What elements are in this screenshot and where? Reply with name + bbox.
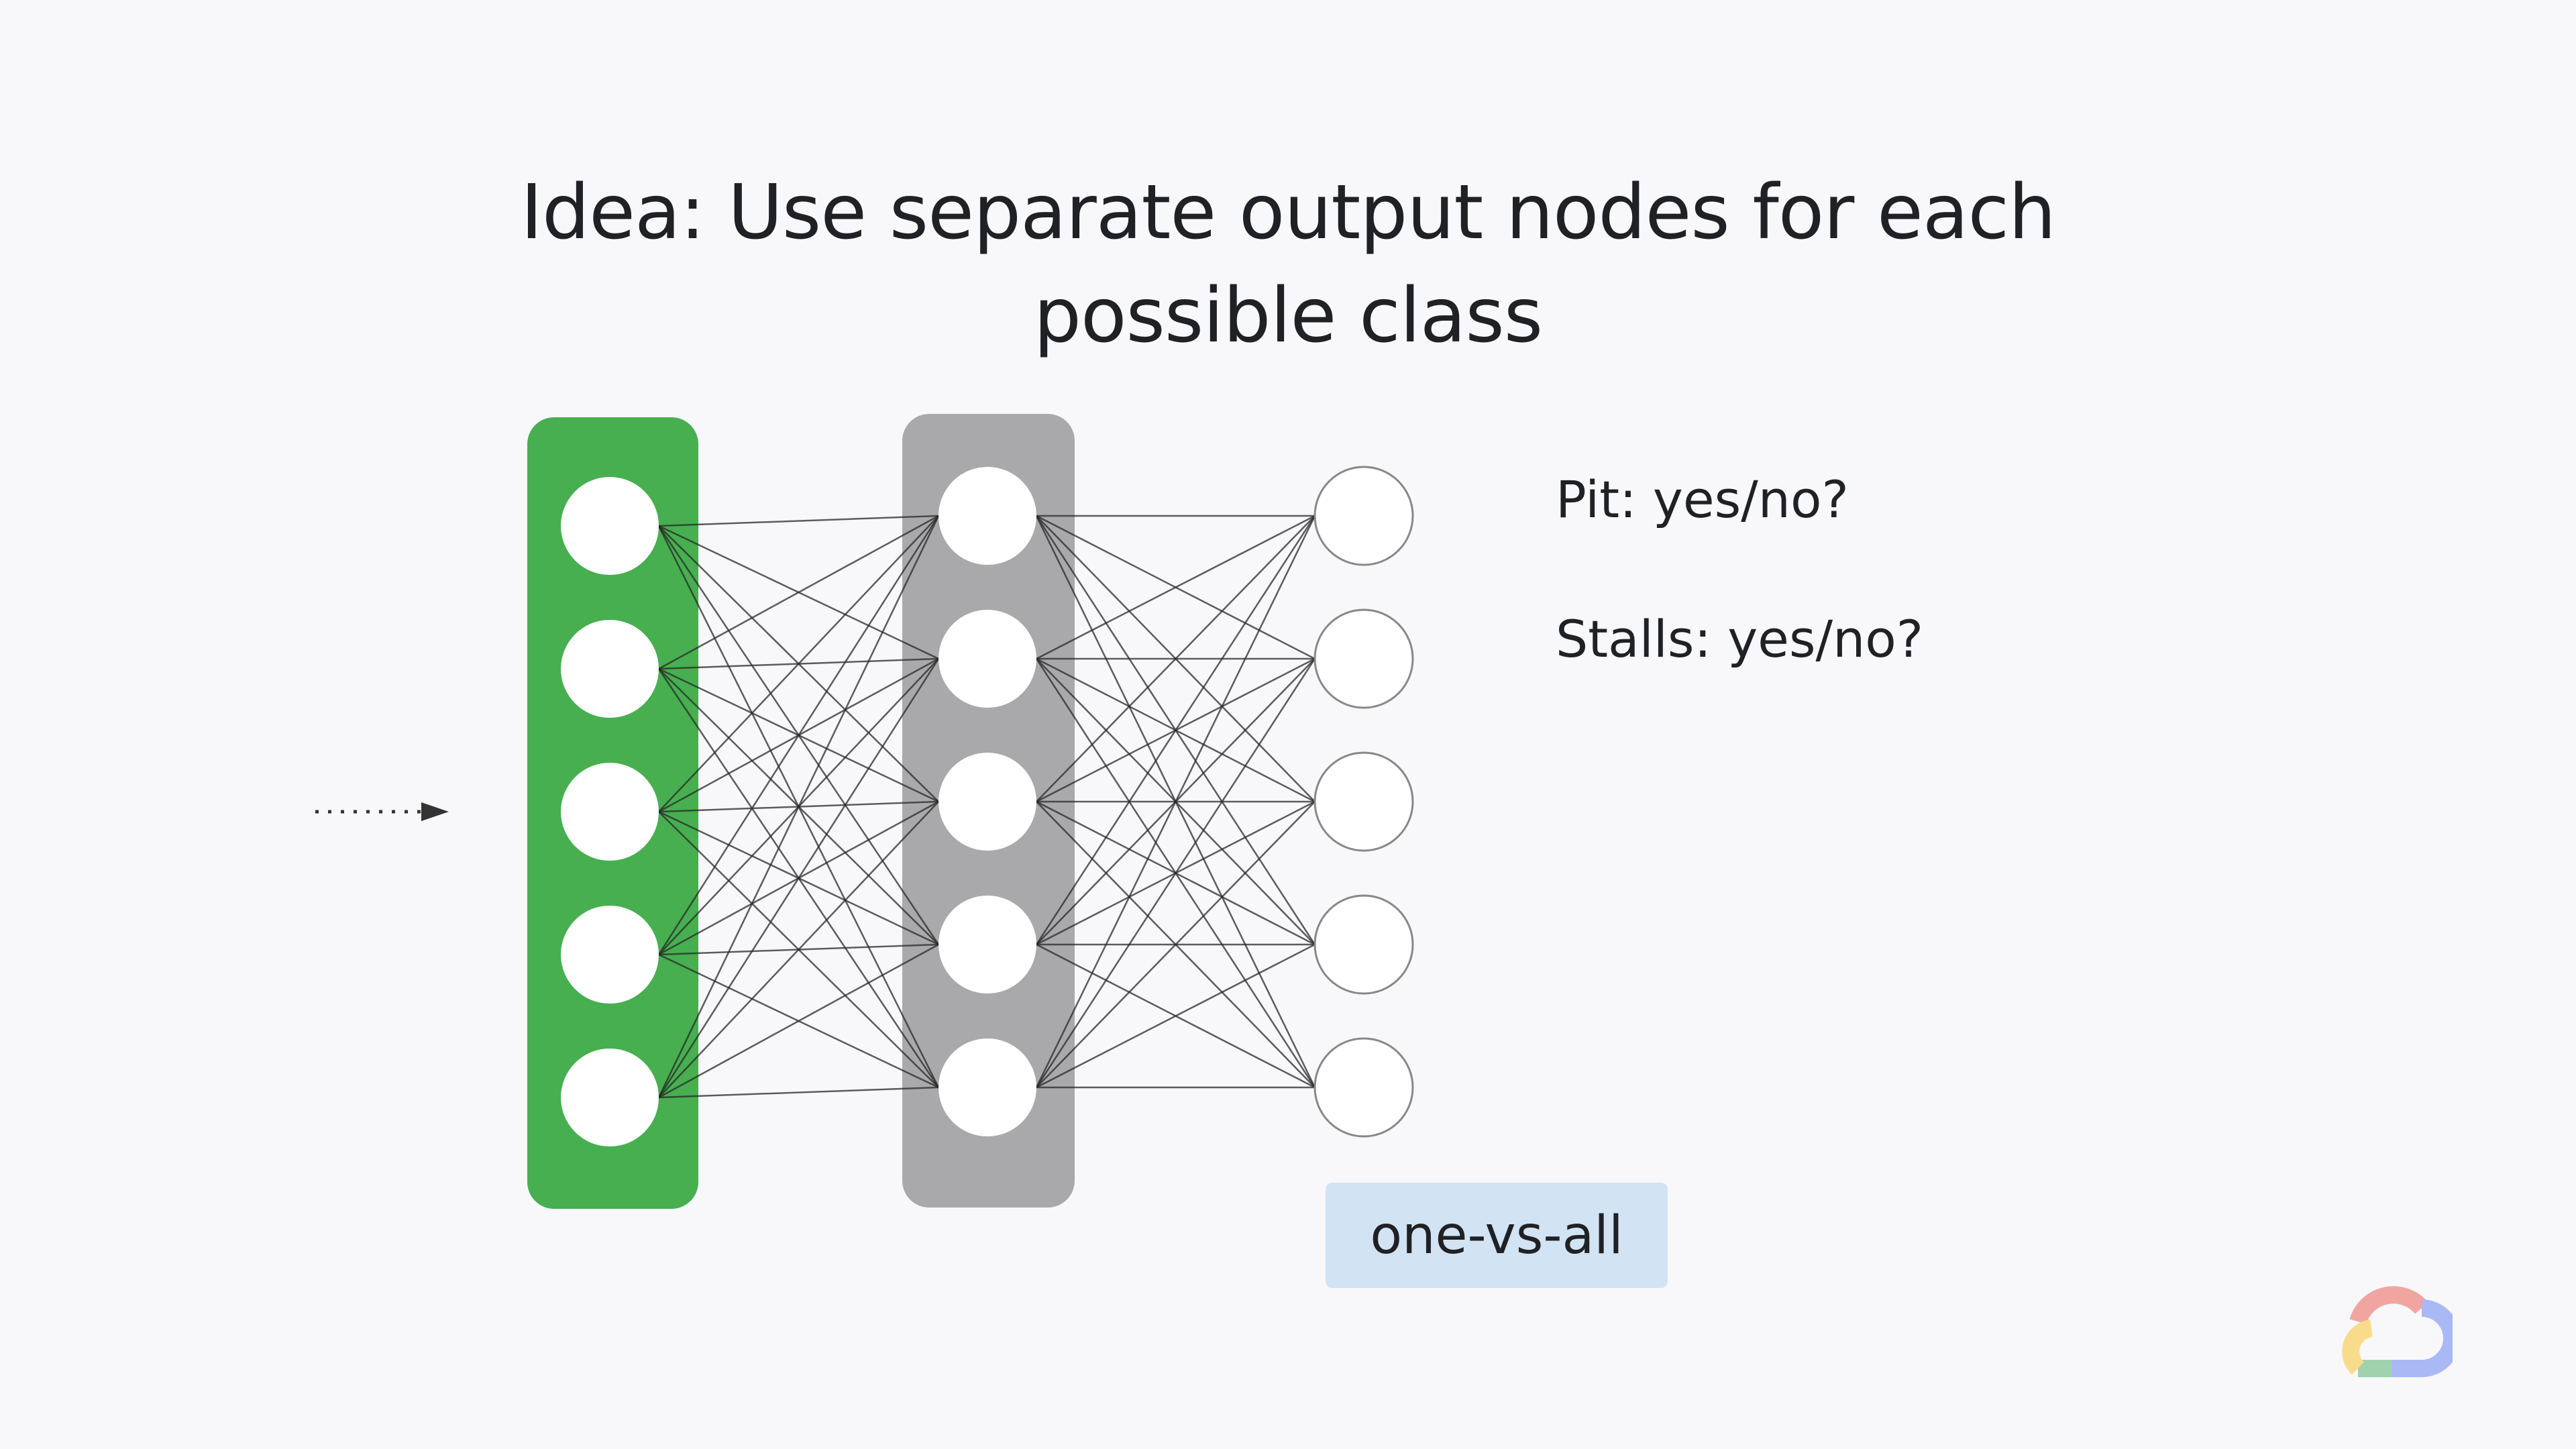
input-node — [561, 906, 659, 1004]
connection-edge — [658, 943, 939, 1099]
hidden-node — [938, 1038, 1036, 1136]
connection-edge — [657, 515, 940, 955]
label-stalls: Stalls: yes/no? — [1556, 609, 1924, 669]
output-node — [1313, 608, 1414, 709]
output-node — [1313, 1037, 1414, 1138]
one-vs-all-tag: one-vs-all — [1326, 1183, 1668, 1288]
connection-edge — [657, 658, 940, 1098]
output-node — [1313, 894, 1414, 995]
google-cloud-logo — [2342, 1286, 2453, 1377]
connection-edge — [658, 515, 939, 670]
hidden-node — [938, 610, 1036, 708]
input-node — [561, 1049, 659, 1146]
connection-edge — [658, 801, 939, 1098]
input-node — [561, 763, 659, 861]
connection-edge — [657, 515, 940, 1098]
output-node — [1313, 751, 1414, 852]
neural-network-diagram — [315, 414, 1414, 1209]
input-node — [561, 477, 659, 575]
input-arrow — [315, 802, 449, 821]
connection-edge — [658, 515, 939, 527]
output-node — [1313, 466, 1414, 566]
input-node — [561, 620, 659, 718]
hidden-node — [938, 896, 1036, 994]
hidden-node — [938, 467, 1036, 565]
label-pit: Pit: yes/no? — [1556, 470, 1849, 529]
hidden-node — [938, 753, 1036, 851]
connection-edge — [658, 1086, 939, 1099]
connection-edge — [658, 515, 939, 812]
